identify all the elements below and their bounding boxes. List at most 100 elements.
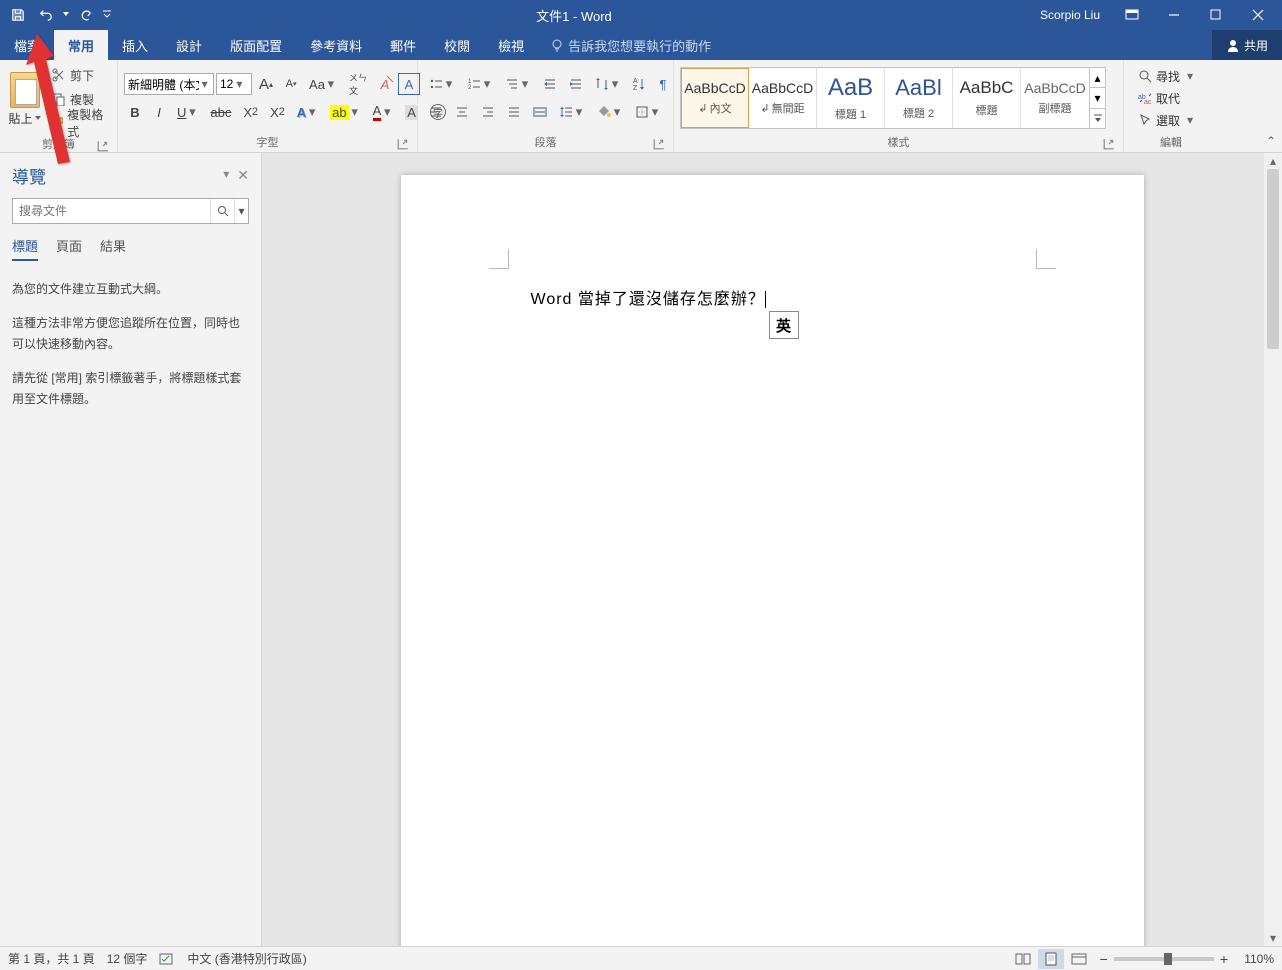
read-mode-icon[interactable] xyxy=(1010,949,1036,969)
justify-button[interactable] xyxy=(502,101,526,123)
close-icon[interactable] xyxy=(1238,0,1278,30)
subscript-button[interactable]: X2 xyxy=(238,101,263,123)
scroll-thumb[interactable] xyxy=(1267,169,1279,349)
style-heading1[interactable]: AaB標題 1 xyxy=(817,68,885,128)
styles-up-icon[interactable]: ▴ xyxy=(1090,68,1105,88)
strike-button[interactable]: abc xyxy=(205,101,236,123)
nav-close-icon[interactable]: ✕ xyxy=(237,167,249,184)
style-heading2[interactable]: AaBl標題 2 xyxy=(885,68,953,128)
zoom-thumb[interactable] xyxy=(1164,953,1172,965)
tab-design[interactable]: 設計 xyxy=(162,30,216,60)
shrink-font-button[interactable]: A▾ xyxy=(280,73,302,95)
style-normal[interactable]: AaBbCcD↲內文 xyxy=(681,68,749,128)
redo-icon[interactable] xyxy=(74,3,98,27)
zoom-out-icon[interactable]: − xyxy=(1100,951,1108,967)
styles-more-icon[interactable] xyxy=(1090,109,1105,128)
user-name[interactable]: Scorpio Liu xyxy=(1030,8,1110,22)
qat-customize-icon[interactable] xyxy=(102,3,112,27)
vertical-scrollbar[interactable]: ▴ ▾ xyxy=(1264,153,1282,946)
styles-down-icon[interactable]: ▾ xyxy=(1090,88,1105,108)
collapse-ribbon-icon[interactable]: ⌃ xyxy=(1266,134,1276,148)
scroll-up-icon[interactable]: ▴ xyxy=(1264,153,1282,169)
language-indicator[interactable]: 中文 (香港特別行政區) xyxy=(187,950,306,967)
paste-button[interactable]: 貼上 xyxy=(6,66,43,132)
undo-icon[interactable] xyxy=(34,3,58,27)
tab-view[interactable]: 檢視 xyxy=(484,30,538,60)
show-marks-button[interactable]: ¶ xyxy=(652,73,674,95)
ribbon-display-icon[interactable] xyxy=(1112,0,1152,30)
nav-search-icon[interactable] xyxy=(210,199,234,223)
style-nospacing[interactable]: AaBbCcD↲無間距 xyxy=(749,68,817,128)
grow-font-button[interactable]: A▴ xyxy=(254,73,278,95)
share-button[interactable]: 共用 xyxy=(1212,30,1282,60)
undo-dropdown-icon[interactable] xyxy=(62,3,70,27)
change-case-button[interactable]: Aa▾ xyxy=(304,73,342,95)
nav-tab-pages[interactable]: 頁面 xyxy=(56,236,82,261)
multilevel-button[interactable]: ▾ xyxy=(500,73,536,95)
phonetic-guide-button[interactable]: ㄨㄣ文 xyxy=(344,73,372,95)
tab-review[interactable]: 校閱 xyxy=(430,30,484,60)
document-text[interactable]: Word 當掉了還沒儲存怎麼辦？​ xyxy=(531,285,766,309)
proofing-icon[interactable] xyxy=(159,952,175,966)
style-subtitle[interactable]: AaBbCcD副標題 xyxy=(1021,68,1089,128)
nav-search-dropdown-icon[interactable]: ▾ xyxy=(234,199,248,223)
minimize-icon[interactable] xyxy=(1154,0,1194,30)
borders-button[interactable]: ▾ xyxy=(630,101,666,123)
text-direction-button[interactable]: ▾ xyxy=(590,73,626,95)
web-layout-icon[interactable] xyxy=(1066,949,1092,969)
page-indicator[interactable]: 第 1 頁，共 1 頁 xyxy=(8,950,95,967)
bullets-button[interactable]: ▾ xyxy=(424,73,460,95)
zoom-in-icon[interactable]: + xyxy=(1220,951,1228,967)
distributed-button[interactable] xyxy=(528,101,552,123)
tab-layout[interactable]: 版面配置 xyxy=(216,30,296,60)
document-area[interactable]: Word 當掉了還沒儲存怎麼辦？​ 英 ▴ ▾ xyxy=(262,153,1282,946)
replace-button[interactable]: abac取代 xyxy=(1134,88,1200,108)
nav-tab-results[interactable]: 結果 xyxy=(100,236,126,261)
align-right-button[interactable] xyxy=(476,101,500,123)
save-icon[interactable] xyxy=(6,3,30,27)
font-name-combo[interactable]: 新細明體 (本文▾ xyxy=(124,73,214,95)
tab-mailings[interactable]: 郵件 xyxy=(376,30,430,60)
page[interactable]: Word 當掉了還沒儲存怎麼辦？​ 英 xyxy=(401,175,1144,946)
dialog-launcher-icon[interactable] xyxy=(97,140,109,152)
zoom-slider[interactable] xyxy=(1114,957,1214,961)
cut-button[interactable]: 剪下 xyxy=(47,64,111,86)
numbering-button[interactable]: 12▾ xyxy=(462,73,498,95)
zoom-value[interactable]: 110% xyxy=(1234,952,1274,966)
dialog-launcher-icon[interactable] xyxy=(397,138,409,150)
align-center-button[interactable] xyxy=(450,101,474,123)
decrease-indent-button[interactable] xyxy=(538,73,562,95)
find-button[interactable]: 尋找▾ xyxy=(1134,66,1200,86)
print-layout-icon[interactable] xyxy=(1038,949,1064,969)
font-color-button[interactable]: A▾ xyxy=(368,101,399,123)
nav-dropdown-icon[interactable]: ▾ xyxy=(223,167,229,184)
nav-search-box[interactable]: ▾ xyxy=(12,198,249,224)
tab-file[interactable]: 檔案 xyxy=(0,30,54,60)
nav-search-input[interactable] xyxy=(13,204,210,218)
font-size-combo[interactable]: 12▾ xyxy=(216,73,252,95)
text-effects-button[interactable]: A▾ xyxy=(292,101,323,123)
shading-button[interactable]: ▾ xyxy=(592,101,628,123)
bold-button[interactable]: B xyxy=(124,101,146,123)
sort-button[interactable]: AZ xyxy=(628,73,650,95)
dialog-launcher-icon[interactable] xyxy=(653,138,665,150)
align-left-button[interactable] xyxy=(424,101,448,123)
tab-insert[interactable]: 插入 xyxy=(108,30,162,60)
tab-home[interactable]: 常用 xyxy=(54,30,108,60)
tab-references[interactable]: 參考資料 xyxy=(296,30,376,60)
line-spacing-button[interactable]: ▾ xyxy=(554,101,590,123)
highlight-button[interactable]: ab▾ xyxy=(325,101,365,123)
char-border-button[interactable]: A xyxy=(398,73,420,95)
style-title[interactable]: AaBbC標題 xyxy=(953,68,1021,128)
word-count[interactable]: 12 個字 xyxy=(107,950,148,967)
nav-tab-headings[interactable]: 標題 xyxy=(12,236,38,261)
clear-format-button[interactable]: A xyxy=(374,73,396,95)
tell-me[interactable]: 告訴我您想要執行的動作 xyxy=(538,30,1212,60)
increase-indent-button[interactable] xyxy=(564,73,588,95)
superscript-button[interactable]: X2 xyxy=(265,101,290,123)
select-button[interactable]: 選取▾ xyxy=(1134,110,1200,130)
underline-button[interactable]: U▾ xyxy=(172,101,203,123)
styles-gallery[interactable]: AaBbCcD↲內文 AaBbCcD↲無間距 AaB標題 1 AaBl標題 2 … xyxy=(680,67,1106,129)
format-painter-button[interactable]: 複製格式 xyxy=(47,112,111,134)
scroll-down-icon[interactable]: ▾ xyxy=(1264,930,1282,946)
